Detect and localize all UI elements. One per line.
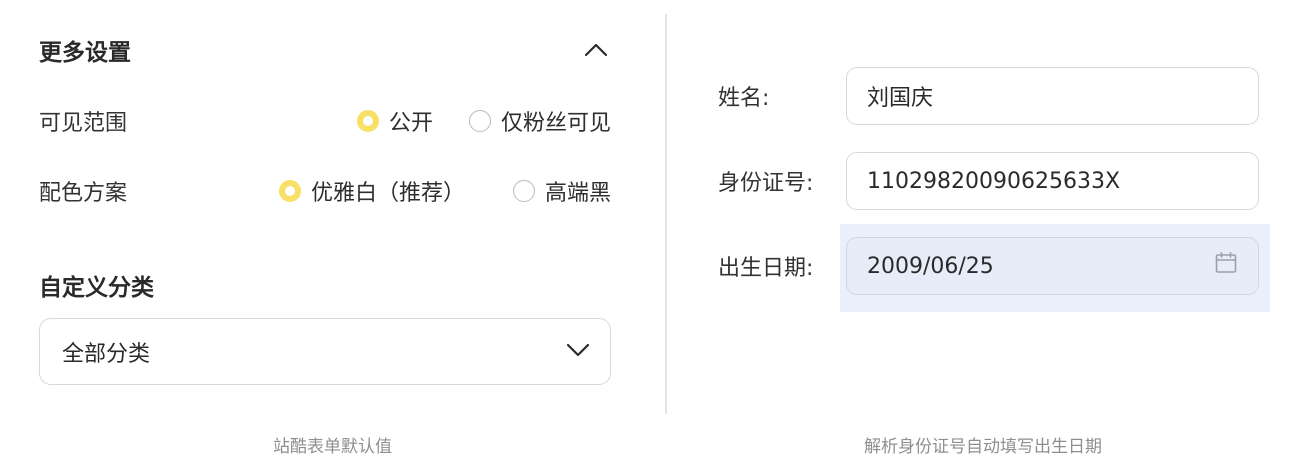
section-title: 更多设置 <box>39 40 131 66</box>
calendar-icon[interactable] <box>1214 251 1238 281</box>
birthdate-label: 出生日期: <box>718 256 814 281</box>
radio-fans-only[interactable]: 仅粉丝可见 <box>468 105 611 137</box>
category-select[interactable]: 全部分类 <box>39 318 611 385</box>
chevron-down-icon <box>566 342 590 361</box>
id-number-label: 身份证号: <box>718 171 814 196</box>
color-scheme-label: 配色方案 <box>39 181 128 206</box>
left-caption: 站酷表单默认值 <box>273 437 392 457</box>
radio-unchecked-icon <box>512 180 535 202</box>
id-number-input[interactable]: 11029820090625633X <box>846 152 1259 210</box>
color-scheme-radio-group: 优雅白（推荐） 高端黑 <box>278 175 611 207</box>
name-label: 姓名: <box>718 86 770 111</box>
category-select-value: 全部分类 <box>62 341 151 367</box>
birthdate-value: 2009/06/25 <box>867 253 994 279</box>
id-number-field-row: 身份证号: 11029820090625633X <box>718 152 1260 210</box>
color-scheme-row: 配色方案 优雅白（推荐） 高端黑 <box>39 171 611 211</box>
radio-public[interactable]: 公开 <box>356 105 433 137</box>
radio-checked-icon <box>356 110 379 132</box>
birthdate-input[interactable]: 2009/06/25 <box>846 237 1259 295</box>
radio-label: 仅粉丝可见 <box>500 111 611 136</box>
radio-label: 公开 <box>388 111 433 136</box>
page: 更多设置 可见范围 公开 仅粉丝可见 配色方案 优雅白（推荐） 高端黑 自定义分… <box>0 0 1300 468</box>
birthdate-field-row: 出生日期: 2009/06/25 <box>718 237 1260 295</box>
name-field-row: 姓名: 刘国庆 <box>718 67 1260 125</box>
radio-label: 高端黑 <box>544 181 611 206</box>
panel-divider <box>665 14 667 414</box>
radio-unchecked-icon <box>468 110 491 132</box>
name-input[interactable]: 刘国庆 <box>846 67 1259 125</box>
radio-label: 优雅白（推荐） <box>310 181 465 206</box>
radio-premium-black[interactable]: 高端黑 <box>512 175 611 207</box>
more-settings-header[interactable]: 更多设置 <box>39 32 611 68</box>
chevron-up-icon[interactable] <box>581 35 611 65</box>
visibility-row: 可见范围 公开 仅粉丝可见 <box>39 101 611 141</box>
visibility-radio-group: 公开 仅粉丝可见 <box>356 105 611 137</box>
custom-category-title: 自定义分类 <box>39 275 154 301</box>
radio-checked-icon <box>278 180 301 202</box>
radio-elegant-white[interactable]: 优雅白（推荐） <box>278 175 465 207</box>
visibility-label: 可见范围 <box>39 111 128 136</box>
right-caption: 解析身份证号自动填写出生日期 <box>864 437 1102 457</box>
more-settings-panel: 更多设置 可见范围 公开 仅粉丝可见 配色方案 优雅白（推荐） 高端黑 自定义分… <box>0 0 665 468</box>
